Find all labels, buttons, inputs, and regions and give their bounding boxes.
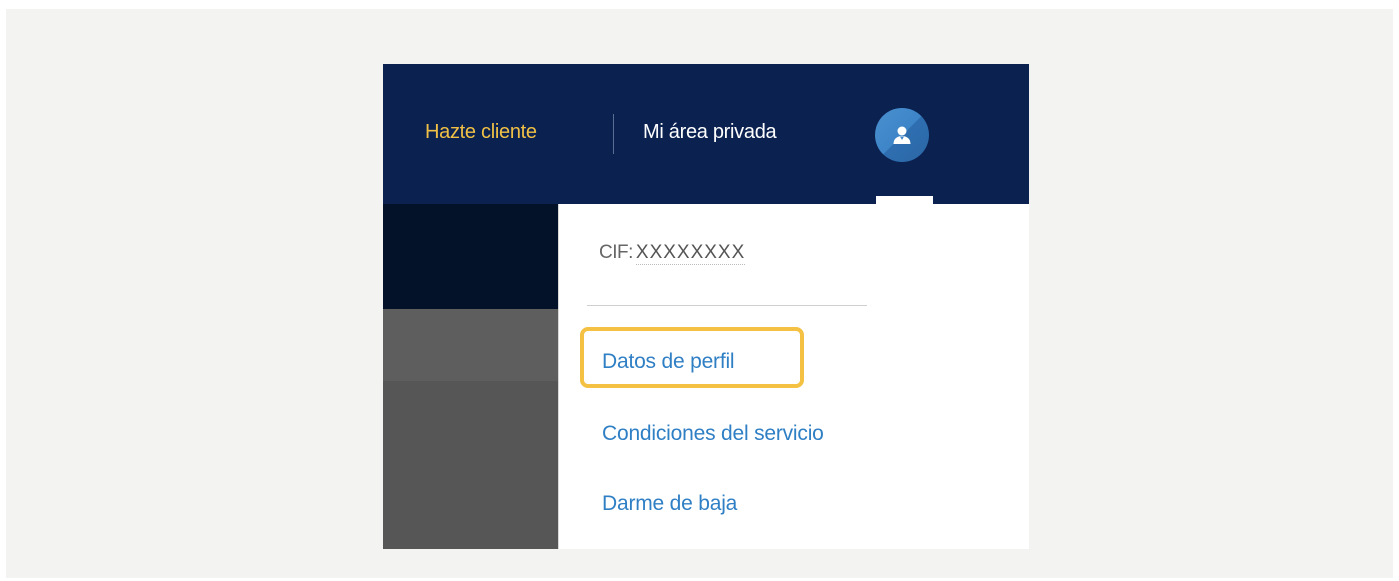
screenshot-frame: Hazte cliente Mi área privada CIF: XXXXXX… [6, 9, 1393, 578]
top-navigation-bar: Hazte cliente Mi área privada [383, 64, 1029, 204]
hazte-cliente-link[interactable]: Hazte cliente [425, 121, 537, 144]
user-avatar-button[interactable] [875, 108, 929, 162]
condiciones-del-servicio-link[interactable]: Condiciones del servicio [602, 422, 824, 446]
dropdown-divider [587, 305, 867, 306]
page-overlay-upper [383, 309, 559, 381]
user-dropdown-menu: CIF: XXXXXXXX Datos de perfil Condiciones… [558, 204, 1029, 549]
highlight-box [580, 327, 804, 388]
mi-area-privada-link[interactable]: Mi área privada [643, 121, 777, 144]
cif-value: XXXXXXXX [635, 242, 746, 265]
nav-separator [613, 114, 614, 154]
app-screenshot: Hazte cliente Mi área privada CIF: XXXXXX… [383, 64, 1029, 549]
page-banner-dark [383, 204, 559, 309]
user-avatar-icon [893, 126, 911, 144]
cif-label: CIF: [599, 242, 633, 263]
darme-de-baja-link[interactable]: Darme de baja [602, 492, 737, 516]
cif-field: CIF: XXXXXXXX [599, 242, 746, 265]
page-overlay-lower [383, 381, 559, 549]
